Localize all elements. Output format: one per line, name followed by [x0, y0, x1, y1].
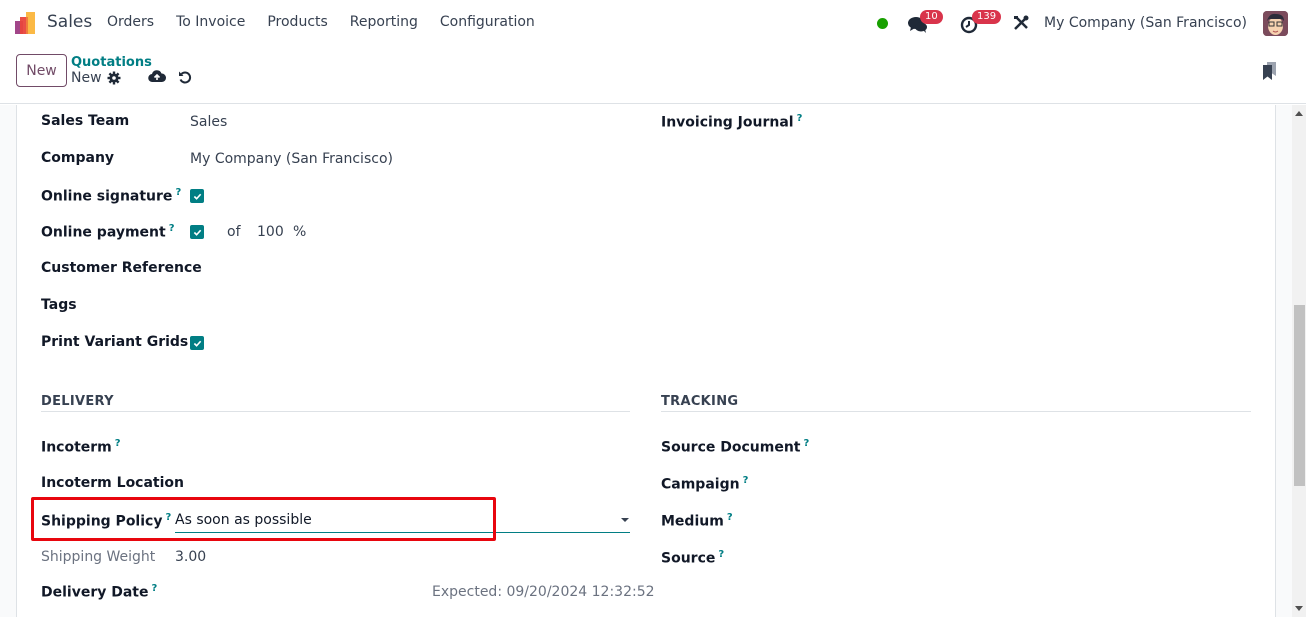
campaign-label: Campaign? [661, 475, 748, 493]
prepayment-percent-input[interactable]: 100 [257, 224, 284, 240]
prepayment-of-text: of [227, 224, 241, 240]
form-content-area [0, 105, 1306, 617]
help-tooltip-icon[interactable]: ? [115, 438, 121, 449]
checkmark-icon [193, 340, 201, 347]
new-button[interactable]: New [16, 54, 67, 87]
help-tooltip-icon[interactable]: ? [797, 113, 803, 124]
control-panel: New Quotations New [0, 46, 1306, 104]
medium-label: Medium? [661, 512, 733, 530]
sales-team-value[interactable]: Sales [190, 114, 227, 130]
help-tooltip-icon[interactable]: ? [718, 549, 724, 560]
messages-button[interactable]: 10 [908, 10, 943, 33]
customer-reference-label: Customer Reference [41, 260, 202, 276]
main-menu: Orders To Invoice Products Reporting Con… [107, 14, 557, 30]
record-name: New [71, 70, 102, 86]
sales-team-label: Sales Team [41, 113, 130, 129]
tags-label: Tags [41, 297, 77, 313]
navbar-systray: 10 139 My Company (San Francisco) [877, 10, 1288, 36]
print-variant-grids-label: Print Variant Grids [41, 334, 189, 350]
source-label-text: Source [661, 550, 716, 567]
menu-to-invoice[interactable]: To Invoice [176, 14, 245, 30]
online-payment-label: Online payment? [41, 223, 175, 241]
help-tooltip-icon[interactable]: ? [743, 475, 749, 486]
incoterm-location-label: Incoterm Location [41, 475, 185, 491]
help-tooltip-icon[interactable]: ? [169, 223, 175, 234]
invoicing-journal-label-text: Invoicing Journal [661, 114, 794, 131]
company-value[interactable]: My Company (San Francisco) [190, 151, 393, 167]
online-payment-label-text: Online payment [41, 224, 166, 241]
activities-count-badge: 139 [972, 10, 1002, 24]
help-tooltip-icon[interactable]: ? [152, 583, 158, 594]
menu-configuration[interactable]: Configuration [440, 14, 535, 30]
shipping-policy-select[interactable]: As soon as possible [175, 504, 630, 533]
online-signature-label: Online signature? [41, 187, 181, 205]
app-name[interactable]: Sales [47, 12, 92, 32]
menu-products[interactable]: Products [267, 14, 327, 30]
source-label: Source? [661, 549, 724, 567]
scrollbar-thumb[interactable] [1294, 305, 1305, 486]
save-cloud-upload-icon[interactable] [148, 69, 166, 85]
tracking-divider [661, 411, 1251, 412]
source-document-label: Source Document? [661, 438, 809, 456]
sales-app-logo-icon[interactable] [15, 12, 39, 34]
presence-status-icon [877, 17, 889, 29]
user-avatar-icon [1263, 10, 1288, 36]
delivery-date-label: Delivery Date? [41, 583, 157, 601]
dropdown-caret-icon [621, 518, 629, 522]
online-signature-label-text: Online signature [41, 188, 173, 205]
shipping-policy-label: Shipping Policy? [41, 512, 171, 530]
top-navbar: Sales Orders To Invoice Products Reporti… [0, 0, 1306, 46]
incoterm-label-text: Incoterm [41, 439, 112, 456]
percent-sign: % [293, 224, 307, 240]
print-variant-grids-checkbox[interactable] [190, 336, 204, 350]
help-tooltip-icon[interactable]: ? [175, 187, 181, 198]
gear-icon[interactable] [107, 71, 121, 85]
campaign-label-text: Campaign [661, 476, 740, 493]
invoicing-journal-label: Invoicing Journal? [661, 113, 802, 131]
online-signature-checkbox[interactable] [190, 189, 204, 203]
vertical-scrollbar[interactable] [1292, 105, 1306, 617]
user-avatar[interactable] [1263, 10, 1288, 36]
breadcrumb-quotations[interactable]: Quotations [71, 55, 152, 70]
company-label: Company [41, 150, 115, 166]
scroll-up-arrow-icon[interactable] [1295, 111, 1303, 116]
online-payment-checkbox[interactable] [190, 225, 204, 239]
source-document-label-text: Source Document [661, 439, 801, 456]
checkmark-icon [193, 193, 201, 200]
medium-label-text: Medium [661, 513, 724, 530]
activities-button[interactable]: 139 [960, 10, 1002, 34]
menu-orders[interactable]: Orders [107, 14, 154, 30]
shipping-policy-selected-value: As soon as possible [175, 512, 312, 528]
menu-reporting[interactable]: Reporting [350, 14, 418, 30]
incoterm-label: Incoterm? [41, 438, 121, 456]
form-sheet [16, 105, 1276, 617]
help-tooltip-icon[interactable]: ? [165, 512, 171, 523]
tracking-section-title: TRACKING [661, 394, 739, 409]
shipping-weight-label: Shipping Weight [41, 549, 156, 565]
company-switcher[interactable]: My Company (San Francisco) [1044, 15, 1247, 31]
delivery-divider [41, 411, 630, 412]
discard-undo-icon[interactable] [178, 70, 192, 84]
checkmark-icon [193, 229, 201, 236]
debug-tools-icon[interactable] [1012, 14, 1030, 32]
expected-delivery-date: Expected: 09/20/2024 12:32:52 [432, 584, 655, 600]
shipping-weight-value: 3.00 [175, 549, 207, 565]
help-tooltip-icon[interactable]: ? [804, 438, 810, 449]
help-tooltip-icon[interactable]: ? [727, 512, 733, 523]
scroll-down-arrow-icon[interactable] [1295, 606, 1303, 611]
shipping-policy-label-text: Shipping Policy [41, 513, 163, 530]
messages-count-badge: 10 [920, 10, 943, 24]
delivery-date-label-text: Delivery Date [41, 584, 149, 601]
bookmark-icon[interactable] [1262, 62, 1278, 80]
delivery-section-title: DELIVERY [41, 394, 114, 409]
